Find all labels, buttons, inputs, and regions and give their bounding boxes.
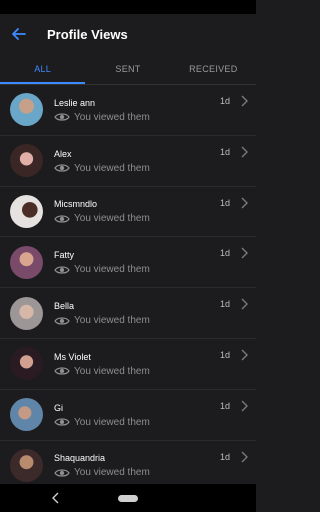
view-status: You viewed them xyxy=(74,111,150,123)
list-item[interactable]: Leslie ann You viewed them 1d xyxy=(0,85,256,136)
tab-all[interactable]: ALL xyxy=(0,54,85,84)
chevron-right-icon xyxy=(241,197,248,209)
timestamp: 1d xyxy=(219,248,230,259)
eye-icon xyxy=(54,418,70,426)
page-title: Profile Views xyxy=(47,26,128,42)
eye-icon xyxy=(54,266,70,274)
view-status: You viewed them xyxy=(74,315,150,327)
timestamp: 1d xyxy=(219,451,230,462)
chevron-right-icon xyxy=(241,247,248,259)
list-item[interactable]: Bella You viewed them 1d xyxy=(0,288,256,339)
eye-icon xyxy=(54,316,70,325)
avatar xyxy=(10,93,43,127)
timestamp: 1d xyxy=(219,146,230,157)
active-tab-indicator xyxy=(0,82,85,84)
avatar xyxy=(10,296,43,330)
avatar xyxy=(10,245,43,279)
avatar xyxy=(10,194,43,228)
chevron-right-icon xyxy=(241,349,248,361)
list-item[interactable]: Gi You viewed them 1d xyxy=(0,390,256,441)
eye-icon xyxy=(54,469,70,477)
eye-icon xyxy=(54,113,70,121)
chevron-right-icon xyxy=(241,146,248,158)
view-status: You viewed them xyxy=(74,213,150,225)
avatar xyxy=(10,347,43,381)
profile-view-list: Leslie ann You viewed them 1d Alex You v… xyxy=(0,85,256,492)
timestamp: 1d xyxy=(219,400,230,411)
back-button[interactable] xyxy=(4,14,34,54)
avatar xyxy=(10,144,43,178)
view-status: You viewed them xyxy=(74,365,150,377)
timestamp: 1d xyxy=(219,349,230,360)
chevron-right-icon xyxy=(241,298,248,310)
view-status: You viewed them xyxy=(74,467,150,479)
view-status: You viewed them xyxy=(74,162,150,174)
eye-icon xyxy=(54,367,70,375)
nav-back-icon[interactable] xyxy=(52,492,60,504)
tab-sent[interactable]: SENT xyxy=(85,54,170,84)
list-item[interactable]: Fatty You viewed them 1d xyxy=(0,237,256,289)
chevron-right-icon xyxy=(241,95,248,107)
arrow-left-icon xyxy=(12,28,26,40)
timestamp: 1d xyxy=(219,299,230,310)
timestamp: 1d xyxy=(219,197,230,208)
eye-icon xyxy=(54,215,70,223)
view-status: You viewed them xyxy=(74,264,150,276)
list-item[interactable]: Ms Violet You viewed them 1d xyxy=(0,339,256,390)
timestamp: 1d xyxy=(219,96,230,106)
tab-bar: ALL SENT RECEIVED xyxy=(0,54,256,84)
chevron-right-icon xyxy=(241,451,248,463)
status-bar xyxy=(0,0,256,14)
eye-icon xyxy=(54,164,70,172)
app-bar: Profile Views xyxy=(0,14,256,54)
avatar xyxy=(10,448,43,482)
tab-received[interactable]: RECEIVED xyxy=(171,54,256,84)
nav-home-button[interactable] xyxy=(118,495,138,502)
view-status: You viewed them xyxy=(74,416,150,428)
list-item[interactable]: Micsmndlo You viewed them 1d xyxy=(0,187,256,238)
chevron-right-icon xyxy=(241,400,248,412)
system-nav-bar xyxy=(0,484,256,512)
avatar xyxy=(10,398,43,432)
list-item[interactable]: Alex You viewed them 1d xyxy=(0,136,256,187)
